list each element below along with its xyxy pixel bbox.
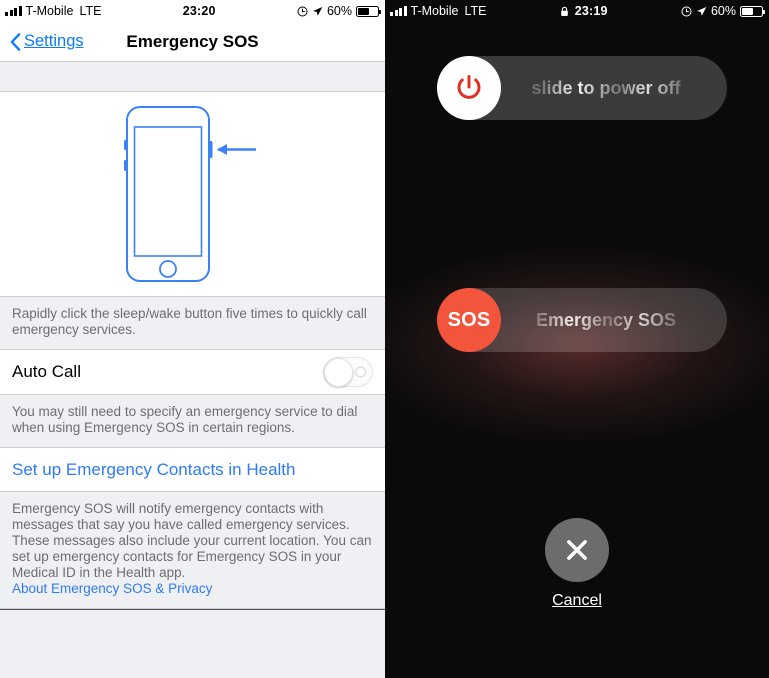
network-type-label: LTE: [464, 4, 487, 18]
auto-call-row[interactable]: Auto Call: [0, 350, 385, 395]
battery-icon: [356, 5, 381, 17]
emergency-sos-description-text: Emergency SOS will notify emergency cont…: [12, 501, 372, 580]
cancel-label: Cancel: [552, 592, 602, 609]
emergency-sos-slider[interactable]: SOS Emergency SOS: [437, 288, 727, 352]
status-bar-right: 60%: [681, 4, 765, 18]
status-bar-clock: 23:19: [574, 4, 608, 18]
battery-icon: [740, 5, 765, 17]
status-bar-clock: 23:20: [182, 4, 216, 18]
network-type-label: LTE: [79, 4, 102, 18]
about-emergency-sos-privacy-link[interactable]: About Emergency SOS & Privacy: [12, 581, 212, 596]
chevron-left-icon: [10, 32, 21, 51]
setup-emergency-contacts-label: Set up Emergency Contacts in Health: [12, 459, 296, 479]
auto-call-label: Auto Call: [12, 362, 81, 381]
auto-call-toggle[interactable]: [323, 357, 373, 387]
section-gap-top: [0, 62, 385, 92]
alarm-clock-icon: [297, 5, 308, 17]
bottom-filler: [0, 609, 385, 610]
carrier-label: T-Mobile: [25, 4, 74, 18]
battery-percent-label: 60%: [710, 4, 736, 18]
power-icon: [457, 75, 481, 99]
sleep-wake-footnote: Rapidly click the sleep/wake button five…: [0, 297, 385, 350]
toggle-off-indicator: [355, 366, 366, 378]
emergency-service-footnote: You may still need to specify an emergen…: [0, 395, 385, 448]
power-slider-knob[interactable]: [437, 56, 501, 120]
cancel-button[interactable]: [545, 518, 609, 582]
left-status-bar: T-Mobile LTE 23:20 60%: [0, 0, 385, 22]
navigation-bar: Settings Emergency SOS: [0, 22, 385, 62]
location-arrow-icon: [697, 6, 707, 16]
illustration-card: [0, 92, 385, 297]
iphone-sleep-wake-button-diagram: [123, 106, 256, 282]
status-bar-right: 60%: [297, 4, 381, 18]
status-bar-center: 23:19: [486, 4, 681, 18]
power-off-screen: T-Mobile LTE 23:19 60% slide to power of…: [385, 0, 769, 678]
setup-emergency-contacts-row[interactable]: Set up Emergency Contacts in Health: [0, 448, 385, 492]
status-bar-left: T-Mobile LTE: [390, 4, 486, 18]
back-to-settings-button[interactable]: Settings: [10, 32, 84, 51]
toggle-knob: [324, 358, 353, 387]
emergency-sos-label: Emergency SOS: [501, 310, 727, 331]
signal-bars-icon: [5, 6, 22, 16]
battery-percent-label: 60%: [326, 4, 352, 18]
sos-slider-knob[interactable]: SOS: [437, 288, 501, 352]
screenshot-stage: T-Mobile LTE 23:20 60% Settings Emergenc…: [0, 0, 769, 678]
lock-icon: [560, 6, 568, 16]
location-arrow-icon: [313, 6, 323, 16]
close-x-icon: [567, 540, 587, 560]
emergency-sos-description-footnote: Emergency SOS will notify emergency cont…: [0, 492, 385, 609]
slide-to-power-off-label: slide to power off: [501, 78, 727, 99]
cancel-control[interactable]: Cancel: [385, 518, 769, 610]
signal-bars-icon: [390, 6, 407, 16]
slide-to-power-off-slider[interactable]: slide to power off: [437, 56, 727, 120]
settings-emergency-sos-screen: T-Mobile LTE 23:20 60% Settings Emergenc…: [0, 0, 385, 678]
status-bar-left: T-Mobile LTE: [5, 4, 101, 18]
back-label: Settings: [24, 32, 84, 50]
carrier-label: T-Mobile: [410, 4, 459, 18]
alarm-clock-icon: [681, 5, 692, 17]
right-status-bar: T-Mobile LTE 23:19 60%: [385, 0, 769, 22]
sos-knob-label: SOS: [447, 308, 491, 331]
